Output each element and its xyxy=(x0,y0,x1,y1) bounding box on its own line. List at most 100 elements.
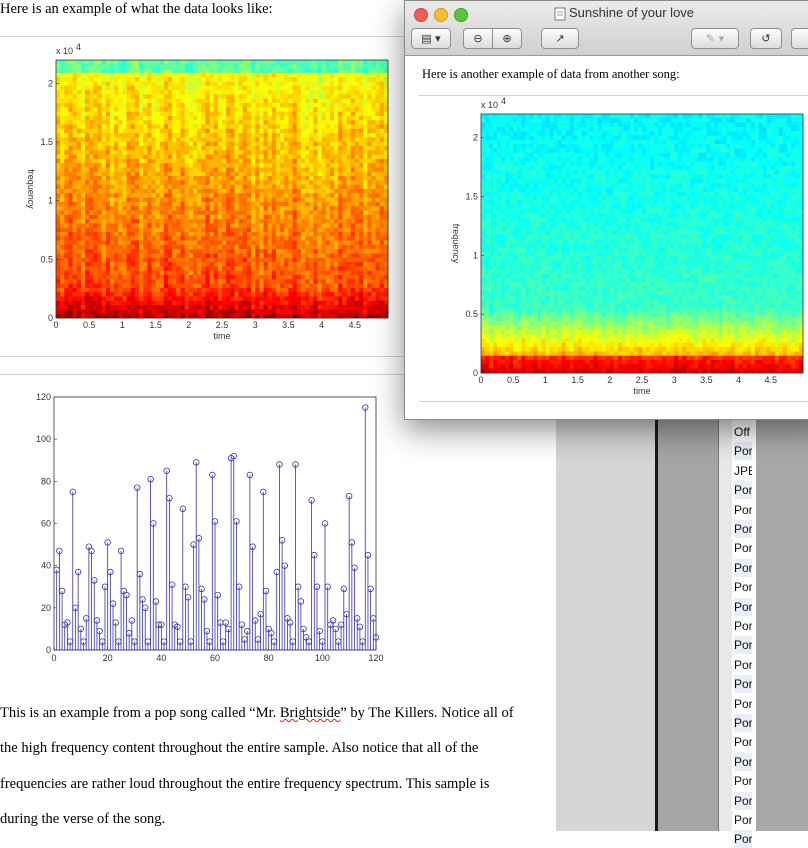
spectrogram-cell xyxy=(127,120,132,125)
spectrogram-cell xyxy=(214,82,219,87)
spectrogram-cell xyxy=(176,129,181,134)
spectrogram-cell xyxy=(193,69,198,74)
spectrogram-cell xyxy=(205,73,210,78)
spectrogram-cell xyxy=(255,163,260,168)
spectrogram-cell xyxy=(226,206,231,211)
spectrogram-cell xyxy=(288,297,293,302)
spectrogram-cell xyxy=(247,73,252,78)
spectrogram-cell xyxy=(301,193,306,198)
spectrogram-cell xyxy=(259,262,264,267)
spectrogram-cell xyxy=(122,69,127,74)
spectrogram-cell xyxy=(160,288,165,293)
spectrogram-cell xyxy=(147,159,152,164)
spectrogram-cell xyxy=(363,228,368,233)
spectrogram-cell xyxy=(85,185,90,190)
spectrogram-cell xyxy=(151,202,156,207)
spectrogram-cell xyxy=(272,228,277,233)
spectrogram-cell xyxy=(118,163,123,168)
spectrogram-cell xyxy=(118,146,123,151)
spectrogram-cell xyxy=(60,146,65,151)
spectrogram-cell xyxy=(288,103,293,108)
spectrogram-cell xyxy=(334,258,339,263)
spectrogram-cell xyxy=(284,103,289,108)
spectrogram-cell xyxy=(363,284,368,289)
spectrogram-cell xyxy=(56,168,61,173)
spectrogram-cell xyxy=(73,172,78,177)
spectrogram-cell xyxy=(367,176,372,181)
spectrogram-cell xyxy=(293,77,298,82)
spectrogram-cell xyxy=(376,262,381,267)
spectrogram-cell xyxy=(264,223,269,228)
spectrogram-cell xyxy=(218,99,223,104)
spectrogram-cell xyxy=(342,155,347,160)
spectrogram-cell xyxy=(297,297,302,302)
spectrogram-cell xyxy=(247,193,252,198)
spectrogram-cell xyxy=(297,275,302,280)
spectrogram-cell xyxy=(102,69,107,74)
spectrogram-cell xyxy=(102,266,107,271)
spectrogram-cell xyxy=(193,215,198,220)
spectrogram-cell xyxy=(77,297,82,302)
spectrogram-cell xyxy=(330,103,335,108)
spectrogram-cell xyxy=(147,241,152,246)
spectrogram-cell xyxy=(293,112,298,117)
spectrogram-cell xyxy=(309,297,314,302)
spectrogram-cell xyxy=(226,142,231,147)
spectrogram-cell xyxy=(60,168,65,173)
spectrogram-cell xyxy=(89,142,94,147)
spectrogram-cell xyxy=(243,301,248,306)
spectrogram-cell xyxy=(102,176,107,181)
spectrogram-cell xyxy=(118,292,123,297)
spectrogram-cell xyxy=(197,90,202,95)
spectrogram-cell xyxy=(239,211,244,216)
spectrogram-cell xyxy=(64,275,69,280)
spectrogram-cell xyxy=(367,254,372,259)
spectrogram-cell xyxy=(317,305,322,310)
spectrogram-cell xyxy=(143,193,148,198)
x-tick-label: 1.5 xyxy=(149,320,162,330)
spectrogram-cell xyxy=(330,189,335,194)
spectrogram-cell xyxy=(284,219,289,224)
spectrogram-cell xyxy=(201,163,206,168)
spectrogram-cell xyxy=(201,271,206,276)
spectrogram-cell xyxy=(160,284,165,289)
spectrogram-cell xyxy=(371,219,376,224)
spectrogram-cell xyxy=(160,120,165,125)
spectrogram-cell xyxy=(185,223,190,228)
spectrogram-cell xyxy=(56,245,61,250)
spectrogram-cell xyxy=(89,279,94,284)
spectrogram-cell xyxy=(218,215,223,220)
spectrogram-cell xyxy=(309,193,314,198)
spectrogram-cell xyxy=(347,211,352,216)
spectrogram-cell xyxy=(110,120,115,125)
spectrogram-cell xyxy=(85,189,90,194)
spectrogram-cell xyxy=(317,142,322,147)
spectrogram-cell xyxy=(118,271,123,276)
spectrogram-cell xyxy=(243,146,248,151)
spectrogram-cell xyxy=(222,86,227,91)
spectrogram-cell xyxy=(156,266,161,271)
spectrogram-cell xyxy=(280,77,285,82)
spectrogram-cell xyxy=(77,180,82,185)
spectrogram-cell xyxy=(77,99,82,104)
spectrogram-cell xyxy=(259,64,264,69)
spectrogram-cell xyxy=(164,60,169,65)
spectrogram-cell xyxy=(234,266,239,271)
spectrogram-cell xyxy=(359,155,364,160)
spectrogram-cell xyxy=(172,107,177,112)
spectrogram-cell xyxy=(210,103,215,108)
spectrogram-cell xyxy=(243,297,248,302)
spectrogram-cell xyxy=(363,129,368,134)
spectrogram-cell xyxy=(347,185,352,190)
spectrogram-cell xyxy=(268,254,273,259)
spectrogram-cell xyxy=(301,206,306,211)
spectrogram-cell xyxy=(359,180,364,185)
spectrogram-cell xyxy=(330,301,335,306)
spectrogram-cell xyxy=(239,258,244,263)
spectrogram-cell xyxy=(376,129,381,134)
spectrogram-cell xyxy=(255,129,260,134)
spectrogram-cell xyxy=(280,258,285,263)
spectrogram-cell xyxy=(313,258,318,263)
spectrogram-cell xyxy=(164,99,169,104)
spectrogram-cell xyxy=(118,258,123,263)
